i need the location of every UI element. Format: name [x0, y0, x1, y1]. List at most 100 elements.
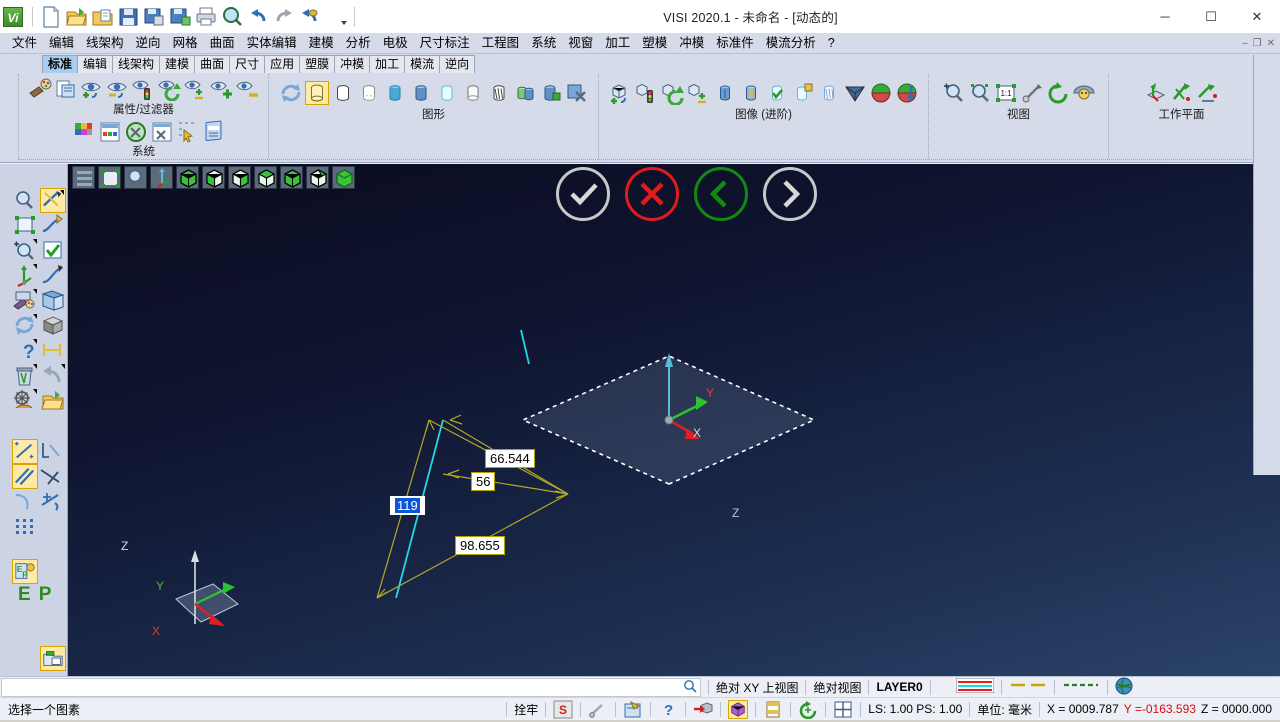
eye-plus-icon[interactable] — [210, 77, 234, 101]
cyl-yellow-icon[interactable] — [739, 81, 763, 105]
tab-reverse[interactable]: 逆向 — [439, 55, 475, 73]
rotate-back-icon[interactable] — [798, 700, 818, 719]
hidden-line-icon[interactable] — [357, 81, 381, 105]
mdi-minimize-button[interactable]: – — [1242, 38, 1248, 49]
menu-electrode[interactable]: 电极 — [377, 34, 414, 53]
tab-application[interactable]: 应用 — [264, 55, 300, 73]
menu-system[interactable]: 系统 — [525, 34, 562, 53]
attribute-paint-icon[interactable] — [28, 77, 52, 101]
layer-stack-icon[interactable] — [763, 700, 783, 719]
menu-edit[interactable]: 编辑 — [43, 34, 80, 53]
shade-blue-icon[interactable] — [383, 81, 407, 105]
shade-section-icon[interactable] — [539, 81, 563, 105]
menu-surface[interactable]: 曲面 — [204, 34, 241, 53]
check-green-icon[interactable] — [40, 238, 66, 263]
save-icon[interactable] — [116, 4, 141, 30]
menu-solid-edit[interactable]: 实体编辑 — [241, 34, 303, 53]
box-add-icon[interactable] — [609, 81, 633, 105]
tab-edit[interactable]: 编辑 — [77, 55, 113, 73]
line-perp-icon[interactable] — [38, 439, 64, 464]
menu-dimension[interactable]: 尺寸标注 — [414, 34, 476, 53]
arc-icon[interactable] — [12, 489, 38, 514]
pan-icon[interactable] — [1020, 81, 1044, 105]
menu-mesh[interactable]: 网格 — [167, 34, 204, 53]
menu-wireframe[interactable]: 线架构 — [80, 34, 130, 53]
graphics-viewport[interactable]: Z Y X Z Y X 66.544 56 119 98.655 — [68, 164, 1280, 676]
sphere-arrow-icon[interactable] — [895, 81, 919, 105]
print-icon[interactable] — [194, 4, 219, 30]
open-folder-icon[interactable] — [64, 4, 89, 30]
point-grid-icon[interactable] — [12, 514, 38, 539]
menu-modeling[interactable]: 建模 — [303, 34, 340, 53]
eye-refresh-icon[interactable] — [158, 77, 182, 101]
mdi-restore-button[interactable]: ❐ — [1253, 38, 1262, 49]
snap-solid-icon[interactable] — [728, 700, 748, 719]
workplane-set-icon[interactable] — [1144, 81, 1168, 105]
globe-icon[interactable] — [1115, 677, 1133, 698]
point-plus-icon[interactable] — [38, 489, 64, 514]
line-style-solid-swatch[interactable] — [956, 678, 994, 696]
shade-solid-icon[interactable] — [409, 81, 433, 105]
zoom-in-icon[interactable] — [942, 81, 966, 105]
box-plusminus-icon[interactable] — [687, 81, 711, 105]
menu-flow-analysis[interactable]: 模流分析 — [760, 34, 822, 53]
tab-flow[interactable]: 模流 — [404, 55, 440, 73]
menu-file[interactable]: 文件 — [6, 34, 43, 53]
menu-help[interactable]: ? — [822, 34, 841, 53]
dimension-label-56[interactable]: 56 — [471, 472, 495, 491]
workplane-list-icon[interactable] — [1196, 81, 1220, 105]
eye-minus-icon[interactable] — [236, 77, 260, 101]
tab-mould[interactable]: 塑膜 — [299, 55, 335, 73]
settings-tools-icon[interactable] — [124, 120, 148, 144]
axis-rotate-icon[interactable] — [12, 263, 38, 288]
snap-point-icon[interactable] — [588, 700, 608, 719]
menu-window[interactable]: 视窗 — [562, 34, 599, 53]
maximize-button[interactable]: ☐ — [1188, 0, 1234, 34]
draw-pencil-icon[interactable] — [40, 188, 66, 213]
modify-curve-icon[interactable] — [40, 263, 66, 288]
snap-help-icon[interactable]: ? — [658, 700, 678, 719]
eye-traffic-icon[interactable] — [132, 77, 156, 101]
shade-edges-icon[interactable] — [461, 81, 485, 105]
save-all-icon[interactable] — [168, 4, 193, 30]
eye-remove-icon[interactable] — [106, 77, 130, 101]
tab-modeling[interactable]: 建模 — [159, 55, 195, 73]
line-two-points-icon[interactable] — [12, 439, 38, 464]
tab-standard[interactable]: 标准 — [42, 55, 78, 73]
redo-icon[interactable] — [272, 4, 297, 30]
macro-icon[interactable] — [298, 4, 323, 30]
menu-progress[interactable]: 冲模 — [673, 34, 710, 53]
minimize-button[interactable]: ─ — [1142, 0, 1188, 34]
cube-grey-icon[interactable] — [40, 313, 66, 338]
edit-curve-icon[interactable] — [40, 213, 66, 238]
snap-all-icon[interactable]: S — [553, 700, 573, 719]
menu-drafting[interactable]: 工程图 — [476, 34, 526, 53]
more-commands-icon[interactable] — [324, 4, 349, 30]
wireframe-icon[interactable] — [331, 81, 355, 105]
fit-window-icon[interactable] — [12, 213, 38, 238]
line-parallel-icon[interactable] — [12, 464, 38, 489]
line-style-dash-swatch[interactable] — [1009, 678, 1047, 696]
view-eye-icon[interactable] — [1072, 81, 1096, 105]
workplane-ship-icon[interactable] — [12, 388, 38, 413]
tab-dimension[interactable]: 尺寸 — [229, 55, 265, 73]
workplane-align-icon[interactable] — [1170, 81, 1194, 105]
snap-box-icon[interactable] — [623, 700, 643, 719]
dimension-input-value[interactable]: 119 — [395, 498, 420, 513]
shade-multi-icon[interactable] — [513, 81, 537, 105]
grid-icon[interactable] — [833, 700, 853, 719]
box-refresh-icon[interactable] — [661, 81, 685, 105]
tab-wireframe[interactable]: 线架构 — [112, 55, 160, 73]
query-icon[interactable]: ? — [12, 338, 38, 363]
shade-hatch-icon[interactable] — [487, 81, 511, 105]
zoom-plus-icon[interactable] — [12, 238, 38, 263]
cyl-blue-icon[interactable] — [713, 81, 737, 105]
ep-selected-icon[interactable]: EP — [12, 559, 38, 584]
color-palette-icon[interactable] — [72, 120, 96, 144]
dimension-label-66544[interactable]: 66.544 — [485, 449, 535, 468]
layer-copy-icon[interactable] — [54, 77, 78, 101]
search-icon[interactable] — [683, 679, 697, 696]
cyl-hatch-icon[interactable] — [817, 81, 841, 105]
delete-bin-icon[interactable] — [12, 363, 38, 388]
open-copy-icon[interactable] — [90, 4, 115, 30]
